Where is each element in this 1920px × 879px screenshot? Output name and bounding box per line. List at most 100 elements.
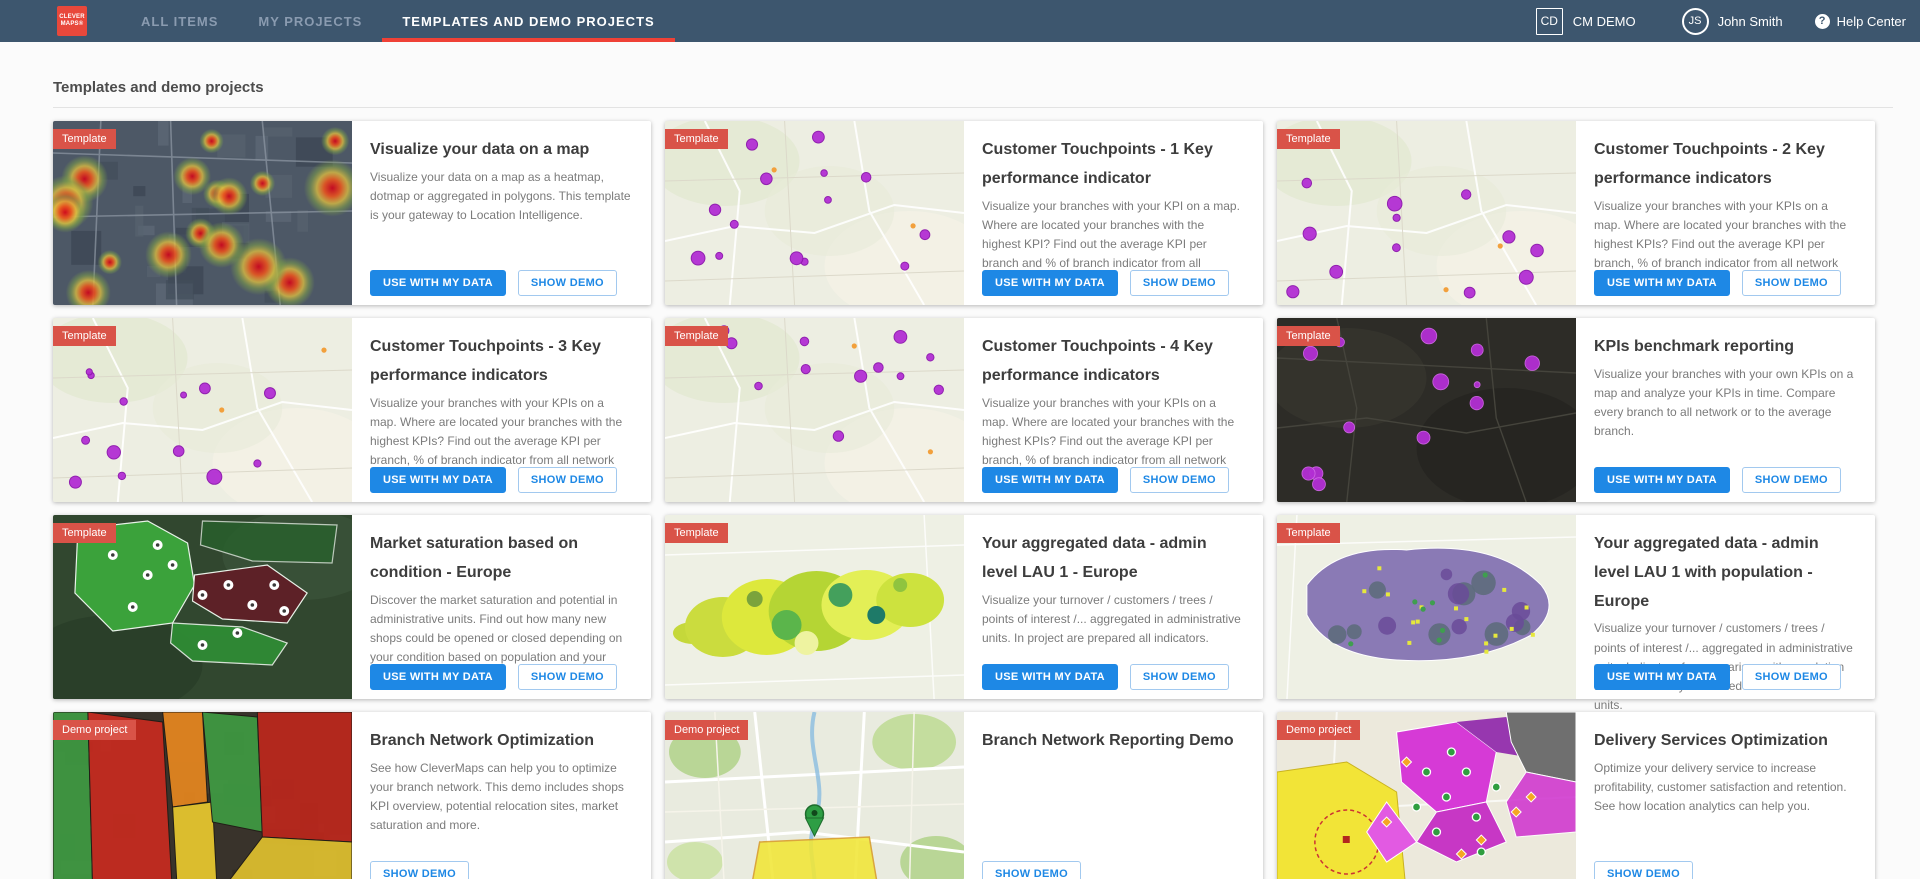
- show-demo-button[interactable]: SHOW DEMO: [1742, 467, 1841, 493]
- show-demo-button[interactable]: SHOW DEMO: [1742, 270, 1841, 296]
- card-actions: USE WITH MY DATA SHOW DEMO: [370, 467, 617, 493]
- card-body: Branch Network Reporting Demo SHOW DEMO: [964, 712, 1263, 879]
- cards-grid: Template Visualize your data on a map Vi…: [53, 121, 1920, 879]
- card-type-badge: Template: [1277, 523, 1340, 543]
- tab-templates-and-demo-projects[interactable]: TEMPLATES AND DEMO PROJECTS: [382, 0, 674, 42]
- card-actions: SHOW DEMO: [370, 861, 469, 879]
- project-card: Template Market saturation based on cond…: [53, 515, 651, 699]
- purple-dots-dark-map[interactable]: Template: [1277, 318, 1576, 502]
- street-map-with-pin[interactable]: Demo project: [665, 712, 964, 879]
- red-yellow-green-grid-satellite-map[interactable]: Demo project: [53, 712, 352, 879]
- heatmap-satellite-map[interactable]: Template: [53, 121, 352, 305]
- card-title: Delivery Services Optimization: [1594, 727, 1857, 756]
- use-with-my-data-button[interactable]: USE WITH MY DATA: [982, 664, 1118, 690]
- purple-choropleth-map[interactable]: Template: [1277, 515, 1576, 699]
- card-actions: USE WITH MY DATA SHOW DEMO: [982, 664, 1229, 690]
- project-card: Template Your aggregated data - admin le…: [665, 515, 1263, 699]
- card-type-badge: Template: [53, 129, 116, 149]
- question-mark-icon: ?: [1815, 14, 1830, 29]
- show-demo-button[interactable]: SHOW DEMO: [518, 664, 617, 690]
- help-center-link[interactable]: ? Help Center: [1815, 14, 1906, 29]
- show-demo-button[interactable]: SHOW DEMO: [1130, 467, 1229, 493]
- show-demo-button[interactable]: SHOW DEMO: [518, 270, 617, 296]
- card-actions: USE WITH MY DATA SHOW DEMO: [1594, 467, 1841, 493]
- card-title: Market saturation based on condition - E…: [370, 530, 633, 588]
- card-type-badge: Demo project: [53, 720, 136, 740]
- yellow-green-choropleth-map[interactable]: Template: [665, 515, 964, 699]
- project-card: Template KPIs benchmark reporting Visual…: [1277, 318, 1875, 502]
- card-actions: USE WITH MY DATA SHOW DEMO: [1594, 664, 1841, 690]
- card-description: Visualize your turnover / customers / tr…: [982, 591, 1245, 649]
- page-title: Templates and demo projects: [53, 79, 1920, 96]
- project-card: Template Customer Touchpoints - 1 Key pe…: [665, 121, 1263, 305]
- card-body: KPIs benchmark reporting Visualize your …: [1576, 318, 1875, 502]
- card-type-badge: Template: [665, 326, 728, 346]
- project-card: Demo project Delivery Services Optimizat…: [1277, 712, 1875, 879]
- tab-my-projects[interactable]: MY PROJECTS: [238, 0, 382, 42]
- card-body: Your aggregated data - admin level LAU 1…: [964, 515, 1263, 699]
- use-with-my-data-button[interactable]: USE WITH MY DATA: [1594, 467, 1730, 493]
- show-demo-button[interactable]: SHOW DEMO: [370, 861, 469, 879]
- card-type-badge: Template: [1277, 129, 1340, 149]
- show-demo-button[interactable]: SHOW DEMO: [1130, 270, 1229, 296]
- top-bar: CLEVER MAPS® ALL ITEMSMY PROJECTSTEMPLAT…: [0, 0, 1920, 42]
- card-type-badge: Demo project: [665, 720, 748, 740]
- show-demo-button[interactable]: SHOW DEMO: [1130, 664, 1229, 690]
- card-type-badge: Template: [53, 326, 116, 346]
- card-actions: SHOW DEMO: [1594, 861, 1693, 879]
- card-body: Customer Touchpoints - 1 Key performance…: [964, 121, 1263, 305]
- card-actions: USE WITH MY DATA SHOW DEMO: [982, 467, 1229, 493]
- card-body: Branch Network Optimization See how Clev…: [352, 712, 651, 879]
- use-with-my-data-button[interactable]: USE WITH MY DATA: [982, 270, 1118, 296]
- card-body: Delivery Services Optimization Optimize …: [1576, 712, 1875, 879]
- user-name: John Smith: [1718, 14, 1783, 29]
- purple-dots-light-map[interactable]: Template: [53, 318, 352, 502]
- workspace-switcher[interactable]: CD CM DEMO: [1536, 8, 1682, 35]
- help-center-label: Help Center: [1837, 14, 1906, 29]
- use-with-my-data-button[interactable]: USE WITH MY DATA: [982, 467, 1118, 493]
- europe-countries-satellite-map[interactable]: Template: [53, 515, 352, 699]
- card-body: Customer Touchpoints - 4 Key performance…: [964, 318, 1263, 502]
- tab-all-items[interactable]: ALL ITEMS: [121, 0, 238, 42]
- card-title: Branch Network Reporting Demo: [982, 727, 1245, 756]
- card-type-badge: Template: [665, 523, 728, 543]
- show-demo-button[interactable]: SHOW DEMO: [518, 467, 617, 493]
- card-title: Customer Touchpoints - 1 Key performance…: [982, 136, 1245, 194]
- topbar-right: CD CM DEMO JS John Smith ? Help Center: [1536, 0, 1920, 42]
- workspace-name: CM DEMO: [1573, 14, 1636, 29]
- use-with-my-data-button[interactable]: USE WITH MY DATA: [370, 664, 506, 690]
- show-demo-button[interactable]: SHOW DEMO: [982, 861, 1081, 879]
- project-card: Demo project Branch Network Optimization…: [53, 712, 651, 879]
- card-title: Visualize your data on a map: [370, 136, 633, 165]
- card-actions: USE WITH MY DATA SHOW DEMO: [1594, 270, 1841, 296]
- project-card: Demo project Branch Network Reporting De…: [665, 712, 1263, 879]
- purple-dots-light-map[interactable]: Template: [665, 318, 964, 502]
- project-card: Template Visualize your data on a map Vi…: [53, 121, 651, 305]
- divider: [53, 107, 1893, 108]
- card-description: Visualize your data on a map as a heatma…: [370, 168, 633, 226]
- purple-dots-light-map[interactable]: Template: [1277, 121, 1576, 305]
- project-card: Template Customer Touchpoints - 2 Key pe…: [1277, 121, 1875, 305]
- main-nav: ALL ITEMSMY PROJECTSTEMPLATES AND DEMO P…: [121, 0, 675, 42]
- clevermaps-logo[interactable]: CLEVER MAPS®: [57, 6, 87, 36]
- user-menu[interactable]: JS John Smith: [1682, 8, 1815, 35]
- logo-line1: CLEVER: [59, 14, 85, 21]
- use-with-my-data-button[interactable]: USE WITH MY DATA: [370, 270, 506, 296]
- user-avatar: JS: [1682, 8, 1709, 35]
- project-card: Template Customer Touchpoints - 3 Key pe…: [53, 318, 651, 502]
- use-with-my-data-button[interactable]: USE WITH MY DATA: [370, 467, 506, 493]
- card-actions: USE WITH MY DATA SHOW DEMO: [982, 270, 1229, 296]
- purple-dots-light-map[interactable]: Template: [665, 121, 964, 305]
- card-actions: SHOW DEMO: [982, 861, 1081, 879]
- show-demo-button[interactable]: SHOW DEMO: [1594, 861, 1693, 879]
- card-title: Customer Touchpoints - 2 Key performance…: [1594, 136, 1857, 194]
- use-with-my-data-button[interactable]: USE WITH MY DATA: [1594, 664, 1730, 690]
- card-title: KPIs benchmark reporting: [1594, 333, 1857, 362]
- use-with-my-data-button[interactable]: USE WITH MY DATA: [1594, 270, 1730, 296]
- card-actions: USE WITH MY DATA SHOW DEMO: [370, 664, 617, 690]
- card-body: Your aggregated data - admin level LAU 1…: [1576, 515, 1875, 699]
- logo-line2: MAPS®: [61, 21, 84, 28]
- show-demo-button[interactable]: SHOW DEMO: [1742, 664, 1841, 690]
- magenta-zones-map[interactable]: Demo project: [1277, 712, 1576, 879]
- card-body: Customer Touchpoints - 2 Key performance…: [1576, 121, 1875, 305]
